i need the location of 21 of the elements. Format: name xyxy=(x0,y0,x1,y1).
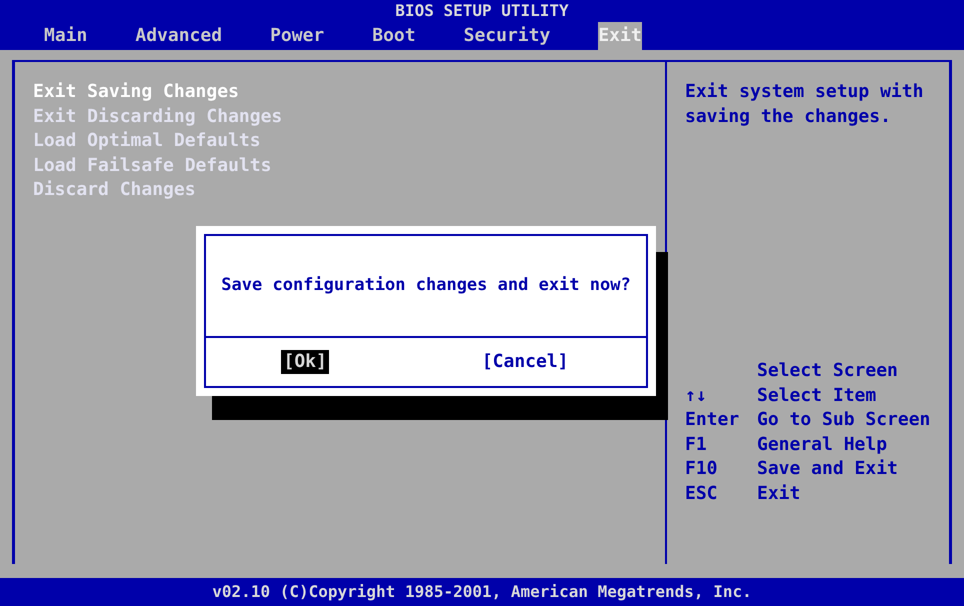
key-label: ↑↓ xyxy=(685,384,707,406)
dialog-button[interactable]: [Ok] xyxy=(281,350,329,374)
menu-tab[interactable]: Power xyxy=(270,22,324,50)
key-action: Select Screen xyxy=(757,359,898,383)
menu-tab[interactable]: Security xyxy=(464,22,550,50)
window-title: BIOS SETUP UTILITY xyxy=(395,2,569,20)
menu-tab[interactable]: Main xyxy=(44,22,88,50)
menu-tab[interactable]: Advanced xyxy=(135,22,222,50)
key-action: Save and Exit xyxy=(757,457,898,481)
key-action: General Help xyxy=(757,432,888,456)
key-label: Enter xyxy=(685,409,740,430)
help-text: Exit system setup with saving the changes. xyxy=(685,80,924,128)
key-action: Exit xyxy=(757,482,800,506)
copyright-text: v02.10 (C)Copyright 1985-2001, American Megatrends, Inc. xyxy=(212,581,752,603)
key-action: Select Item xyxy=(757,384,876,408)
key-action: Go to Sub Screen xyxy=(757,408,930,432)
key-label: F1 xyxy=(685,434,707,454)
key-label: ESC xyxy=(685,482,718,504)
key-label: F10 xyxy=(685,458,718,479)
menu-tab[interactable]: Boot xyxy=(372,22,416,50)
dialog-message: Save configuration changes and exit now? xyxy=(221,274,631,298)
